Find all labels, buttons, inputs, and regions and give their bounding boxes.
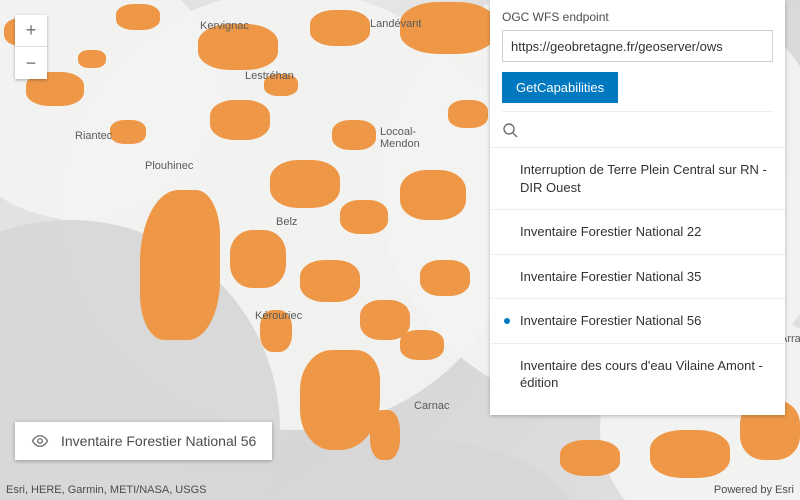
selection-dot [504,229,510,235]
place-label: Riantec [75,130,112,142]
selection-dot [504,176,510,182]
layer-search-row[interactable] [502,111,773,147]
layer-item-label: Inventaire Forestier National 56 [520,312,701,330]
selection-dot [504,273,510,279]
map-container[interactable]: Kervignac Landévant Lestréhan Riantec Pl… [0,0,800,500]
zoom-out-button[interactable]: − [15,47,47,79]
layer-item-label: Inventaire Forestier National 35 [520,268,701,286]
place-label: Lestréhan [245,70,294,82]
get-capabilities-button[interactable]: GetCapabilities [502,72,618,103]
place-label: Kervignac [200,20,249,32]
selection-dot [504,318,510,324]
layer-item-label: Inventaire des cours d'eau Vilaine Amont… [520,357,773,392]
eye-icon [31,432,49,450]
layer-search-input[interactable] [518,112,773,147]
zoom-in-button[interactable]: + [15,15,47,47]
active-layer-chip[interactable]: Inventaire Forestier National 56 [15,422,272,460]
selection-dot [504,371,510,377]
layer-item[interactable]: Interruption de Terre Plein Central sur … [490,147,785,209]
layer-item[interactable]: Inventaire Forestier National 35 [490,254,785,299]
layer-item-label: Inventaire Forestier National 22 [520,223,701,241]
place-label: Plouhinec [145,160,193,172]
place-label: Belz [276,216,297,228]
layer-list[interactable]: Interruption de Terre Plein Central sur … [490,147,785,415]
active-layer-label: Inventaire Forestier National 56 [61,433,256,449]
zoom-controls: + − [15,15,47,79]
endpoint-input[interactable] [502,30,773,62]
layer-item-label: Interruption de Terre Plein Central sur … [520,161,773,196]
attribution-esri: Powered by Esri [714,484,794,496]
attribution-sources: Esri, HERE, Garmin, METI/NASA, USGS [6,484,206,496]
place-label: Kérouriec [255,310,302,322]
layer-item[interactable]: Inventaire Forestier National 22 [490,209,785,254]
layer-item[interactable]: Inventaire des cours d'eau Vilaine Amont… [490,343,785,405]
search-icon [502,122,518,138]
wfs-panel: OGC WFS endpoint GetCapabilities Interru… [490,0,785,415]
place-label: Locoal- Mendon [380,126,420,150]
place-label: Landévant [370,18,421,30]
layer-item[interactable]: Inventaire Forestier National 56 [490,298,785,343]
place-label: Carnac [414,400,449,412]
endpoint-label: OGC WFS endpoint [502,10,773,24]
